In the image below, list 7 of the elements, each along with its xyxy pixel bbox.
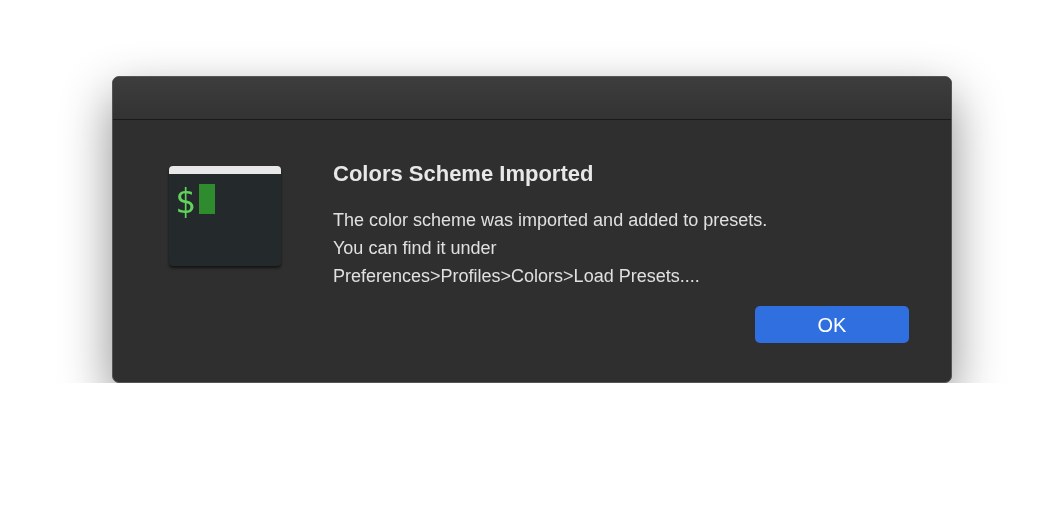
- dialog-title: Colors Scheme Imported: [333, 160, 595, 188]
- prompt-sign: $: [175, 184, 196, 218]
- message-line: You can find it under: [333, 237, 498, 260]
- message-line: Preferences>Profiles>Colors>Load Presets....: [333, 265, 701, 288]
- message-line: The color scheme was imported and added to presets.: [333, 209, 769, 232]
- cursor-icon: [199, 184, 216, 214]
- ok-button[interactable]: OK: [755, 306, 909, 343]
